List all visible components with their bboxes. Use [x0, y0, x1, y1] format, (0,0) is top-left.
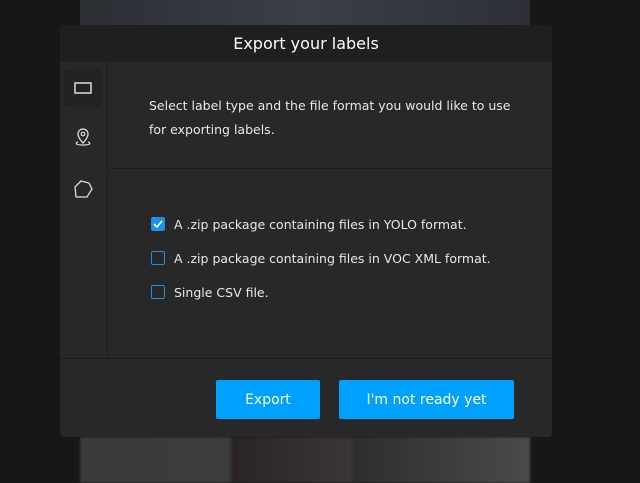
label-type-point-button[interactable]	[64, 118, 102, 156]
dialog-title: Export your labels	[233, 34, 379, 53]
background-images	[80, 437, 530, 483]
export-labels-dialog: Export your labels Select label type and…	[60, 25, 552, 437]
label-type-rect-button[interactable]	[64, 69, 102, 107]
option-label: A .zip package containing files in VOC X…	[174, 250, 491, 266]
dialog-description-section: Select label type and the file format yo…	[109, 62, 552, 169]
dialog-footer: Export I'm not ready yet	[60, 358, 552, 437]
option-yolo[interactable]: A .zip package containing files in YOLO …	[109, 207, 552, 241]
dialog-header: Export your labels	[60, 25, 552, 62]
export-button[interactable]: Export	[216, 380, 320, 419]
dialog-description: Select label type and the file format yo…	[149, 98, 511, 137]
rectangle-icon	[74, 82, 92, 94]
checkbox-unchecked[interactable]	[151, 285, 165, 299]
polygon-icon	[74, 180, 93, 198]
point-icon	[75, 128, 91, 146]
checkbox-unchecked[interactable]	[151, 251, 165, 265]
option-label: Single CSV file.	[174, 284, 269, 300]
option-label: A .zip package containing files in YOLO …	[174, 216, 467, 232]
checkbox-checked[interactable]	[151, 217, 165, 231]
check-icon	[153, 220, 163, 229]
format-options: A .zip package containing files in YOLO …	[109, 207, 552, 309]
option-csv[interactable]: Single CSV file.	[109, 275, 552, 309]
label-type-polygon-button[interactable]	[64, 170, 102, 208]
not-ready-button[interactable]: I'm not ready yet	[339, 380, 514, 419]
label-type-sidebar	[60, 62, 108, 358]
option-voc-xml[interactable]: A .zip package containing files in VOC X…	[109, 241, 552, 275]
background-image	[80, 0, 530, 25]
